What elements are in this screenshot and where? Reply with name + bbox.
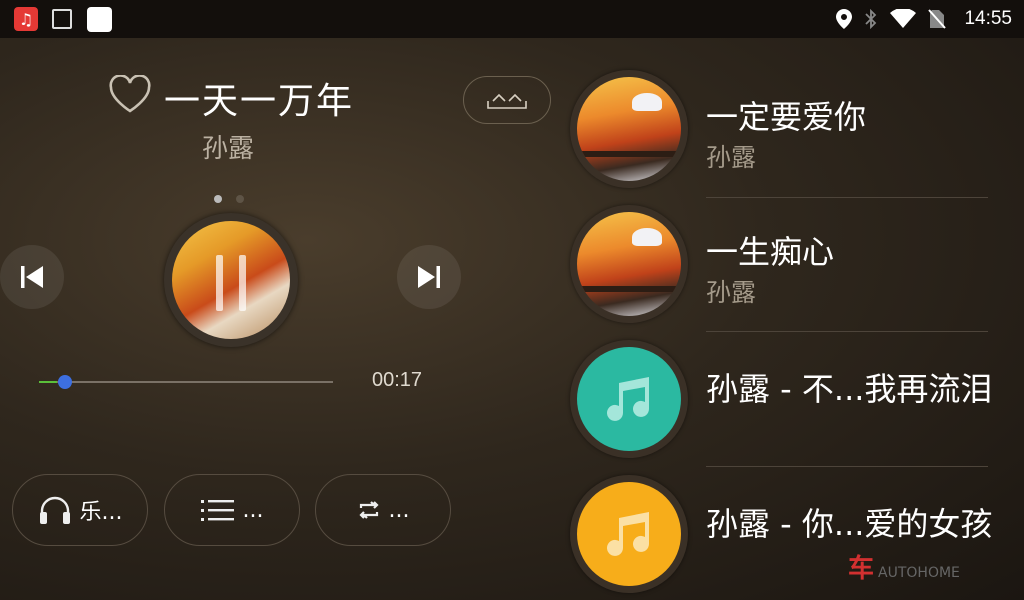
cover-frame xyxy=(570,475,688,593)
list-item[interactable]: 一定要爱你 孙露 xyxy=(570,70,1024,190)
music-note-icon xyxy=(577,482,681,586)
bluetooth-icon xyxy=(865,9,877,29)
divider xyxy=(706,466,988,467)
cover-frame xyxy=(570,205,688,323)
clock: 14:55 xyxy=(964,8,1012,29)
song-title: 一定要爱你 xyxy=(706,98,867,136)
list-icon xyxy=(200,500,234,521)
progress-thumb[interactable] xyxy=(58,375,72,389)
playlist-label: ... xyxy=(242,497,264,523)
song-title: 一天一万年 xyxy=(164,81,355,122)
cover-frame xyxy=(570,340,688,458)
audio-source-button[interactable]: 乐... xyxy=(12,474,148,546)
cover-frame xyxy=(570,70,688,188)
pause-icon[interactable] xyxy=(216,255,223,311)
watermark-logo: 车 AUTOHOME xyxy=(848,554,960,584)
song-artist: 孙露 xyxy=(706,143,757,172)
skip-previous-icon xyxy=(21,266,43,288)
song-title: 孙露 - 你...爱的女孩 xyxy=(706,505,993,543)
location-icon xyxy=(836,9,853,29)
song-artist: 孙露 xyxy=(706,278,757,307)
music-app-icon[interactable]: ♫ xyxy=(14,7,38,31)
progress-fill xyxy=(39,381,57,383)
page-dot xyxy=(214,195,222,203)
album-art xyxy=(172,221,290,339)
divider xyxy=(706,197,988,198)
repeat-mode-button[interactable]: ... xyxy=(315,474,451,546)
pause-icon-bar xyxy=(239,255,246,311)
album-art xyxy=(577,212,681,316)
song-title: 一生痴心 xyxy=(706,233,835,271)
music-note-icon xyxy=(577,347,681,451)
repeat-icon xyxy=(358,501,379,519)
gallery-icon[interactable] xyxy=(52,9,72,29)
list-item[interactable]: 一生痴心 孙露 xyxy=(570,205,1024,325)
song-title: 孙露 - 不...我再流泪 xyxy=(706,370,993,408)
playlist-button[interactable]: ... xyxy=(164,474,300,546)
progress-bar[interactable] xyxy=(39,381,333,383)
blank-app-icon[interactable] xyxy=(87,7,112,32)
no-sim-icon xyxy=(928,9,947,29)
page-indicator xyxy=(214,195,244,203)
sound-mode-button[interactable] xyxy=(463,76,551,124)
previous-button[interactable] xyxy=(0,245,64,309)
elapsed-time: 00:17 xyxy=(372,369,423,391)
skip-next-icon xyxy=(418,266,440,288)
album-art xyxy=(577,77,681,181)
list-item[interactable]: 孙露 - 不...我再流泪 xyxy=(570,340,1024,460)
album-disc[interactable] xyxy=(164,213,298,347)
wifi-icon xyxy=(890,9,917,28)
repeat-mode-label: ... xyxy=(388,497,410,523)
status-bar: ♫ 14:55 xyxy=(0,0,1024,38)
page-dot xyxy=(236,195,244,203)
song-artist: 孙露 xyxy=(202,134,255,164)
swap-icon xyxy=(487,93,527,109)
audio-source-label: 乐... xyxy=(79,500,123,525)
divider xyxy=(706,331,988,332)
next-button[interactable] xyxy=(397,245,461,309)
headphones-icon xyxy=(39,496,70,524)
heart-icon[interactable] xyxy=(108,75,152,115)
